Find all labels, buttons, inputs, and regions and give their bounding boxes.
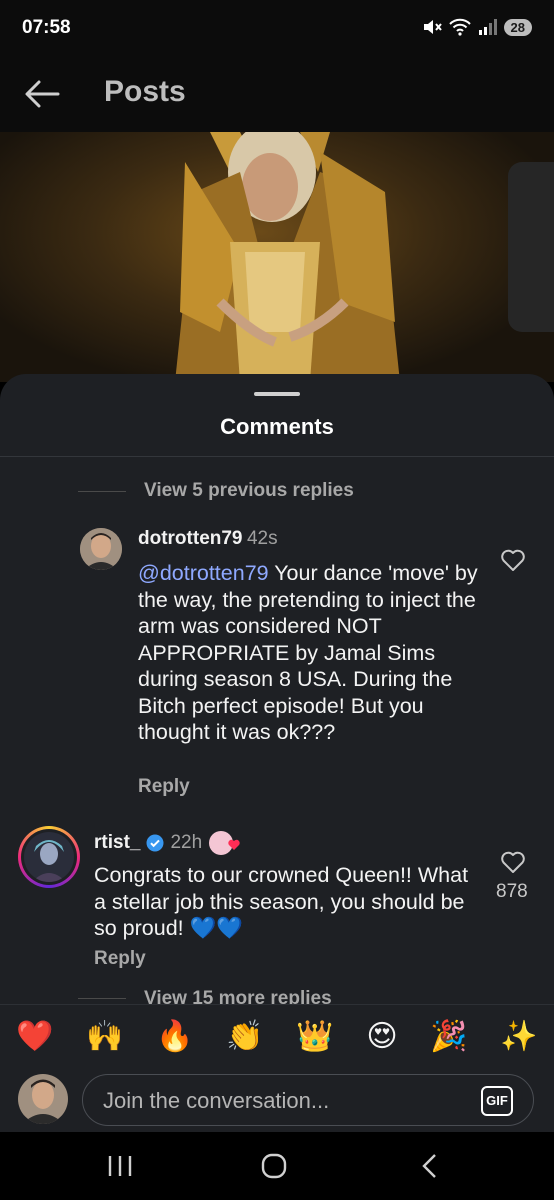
fire-emoji-button[interactable]: 🔥 [156,1021,193,1052]
comment-composer: Join the conversation... GIF [0,1068,554,1132]
reply-button[interactable]: Reply [138,776,190,798]
app-header: Posts [0,58,554,132]
thread-line [78,490,126,492]
emoji-reaction-bar: ❤️ 🙌 🔥 👏 👑 😍 🎉 ✨ [0,1004,554,1068]
comment-body: Your dance 'move' by the way, the preten… [138,561,478,744]
sheet-divider [0,456,554,457]
heart-icon[interactable] [500,547,526,573]
avatar[interactable] [80,528,122,570]
heart-eyes-emoji-button[interactable]: 😍 [366,1021,397,1052]
mention-link[interactable]: @dotrotten79 [138,561,269,585]
view-previous-label: View 5 previous replies [144,480,354,501]
gif-button[interactable]: GIF [481,1086,513,1116]
crown-emoji-button[interactable]: 👑 [296,1021,333,1052]
comment-input[interactable]: Join the conversation... GIF [82,1074,534,1126]
heart-emoji-button[interactable]: ❤️ [16,1021,53,1052]
back-arrow-icon[interactable] [22,76,62,112]
user-avatar-image [80,528,122,570]
comment-time: 42s [246,528,278,549]
status-icons: 28 [422,18,532,36]
user-avatar-image [18,1074,68,1124]
system-nav-bar [0,1132,554,1200]
comment-meta: rtist_ 22h [94,830,242,856]
back-nav-icon[interactable] [410,1150,450,1182]
view-previous-replies[interactable]: View 5 previous replies [78,480,354,502]
liked-by-author-icon [209,831,240,855]
heart-icon[interactable] [500,849,526,875]
comment-meta: dotrotten79 42s [138,528,278,550]
home-icon[interactable] [254,1150,294,1182]
comment-text: @dotrotten79 Your dance 'move' by the wa… [138,560,478,746]
sheet-title: Comments [220,414,334,439]
side-preview-card[interactable] [508,162,554,332]
user-avatar-image [24,832,74,882]
comment-text: Congrats to our crowned Queen!! What a s… [94,863,469,940]
post-image[interactable] [0,132,554,382]
sparkles-emoji-button[interactable]: ✨ [500,1021,537,1052]
verified-badge-icon [146,834,164,852]
status-bar: 07:58 28 [0,0,554,58]
battery-indicator: 28 [503,18,532,36]
view-more-label: View 15 more replies [144,988,332,1004]
comment-time: 22h [170,832,203,853]
mute-icon [423,20,442,34]
comment-username[interactable]: dotrotten79 [138,528,243,549]
comment-input-placeholder: Join the conversation... [103,1088,330,1113]
clapping-emoji-button[interactable]: 👏 [226,1021,263,1052]
post-photo-illustration [175,132,400,382]
view-more-replies[interactable]: View 15 more replies [78,988,332,1004]
raised-hands-emoji-button[interactable]: 🙌 [86,1021,123,1052]
status-time: 07:58 [22,17,71,38]
drag-handle[interactable] [254,392,300,396]
recent-apps-icon[interactable] [100,1150,140,1182]
my-avatar [18,1074,68,1124]
avatar [21,829,77,885]
like-count: 878 [496,881,528,902]
signal-icon [478,19,497,35]
thread-line [78,998,126,999]
page-title: Posts [104,75,186,108]
reply-button[interactable]: Reply [94,948,146,970]
wifi-icon [448,18,471,36]
avatar-story-ring[interactable] [18,826,80,888]
party-popper-emoji-button[interactable]: 🎉 [430,1021,467,1052]
comment-username[interactable]: rtist_ [94,832,140,854]
